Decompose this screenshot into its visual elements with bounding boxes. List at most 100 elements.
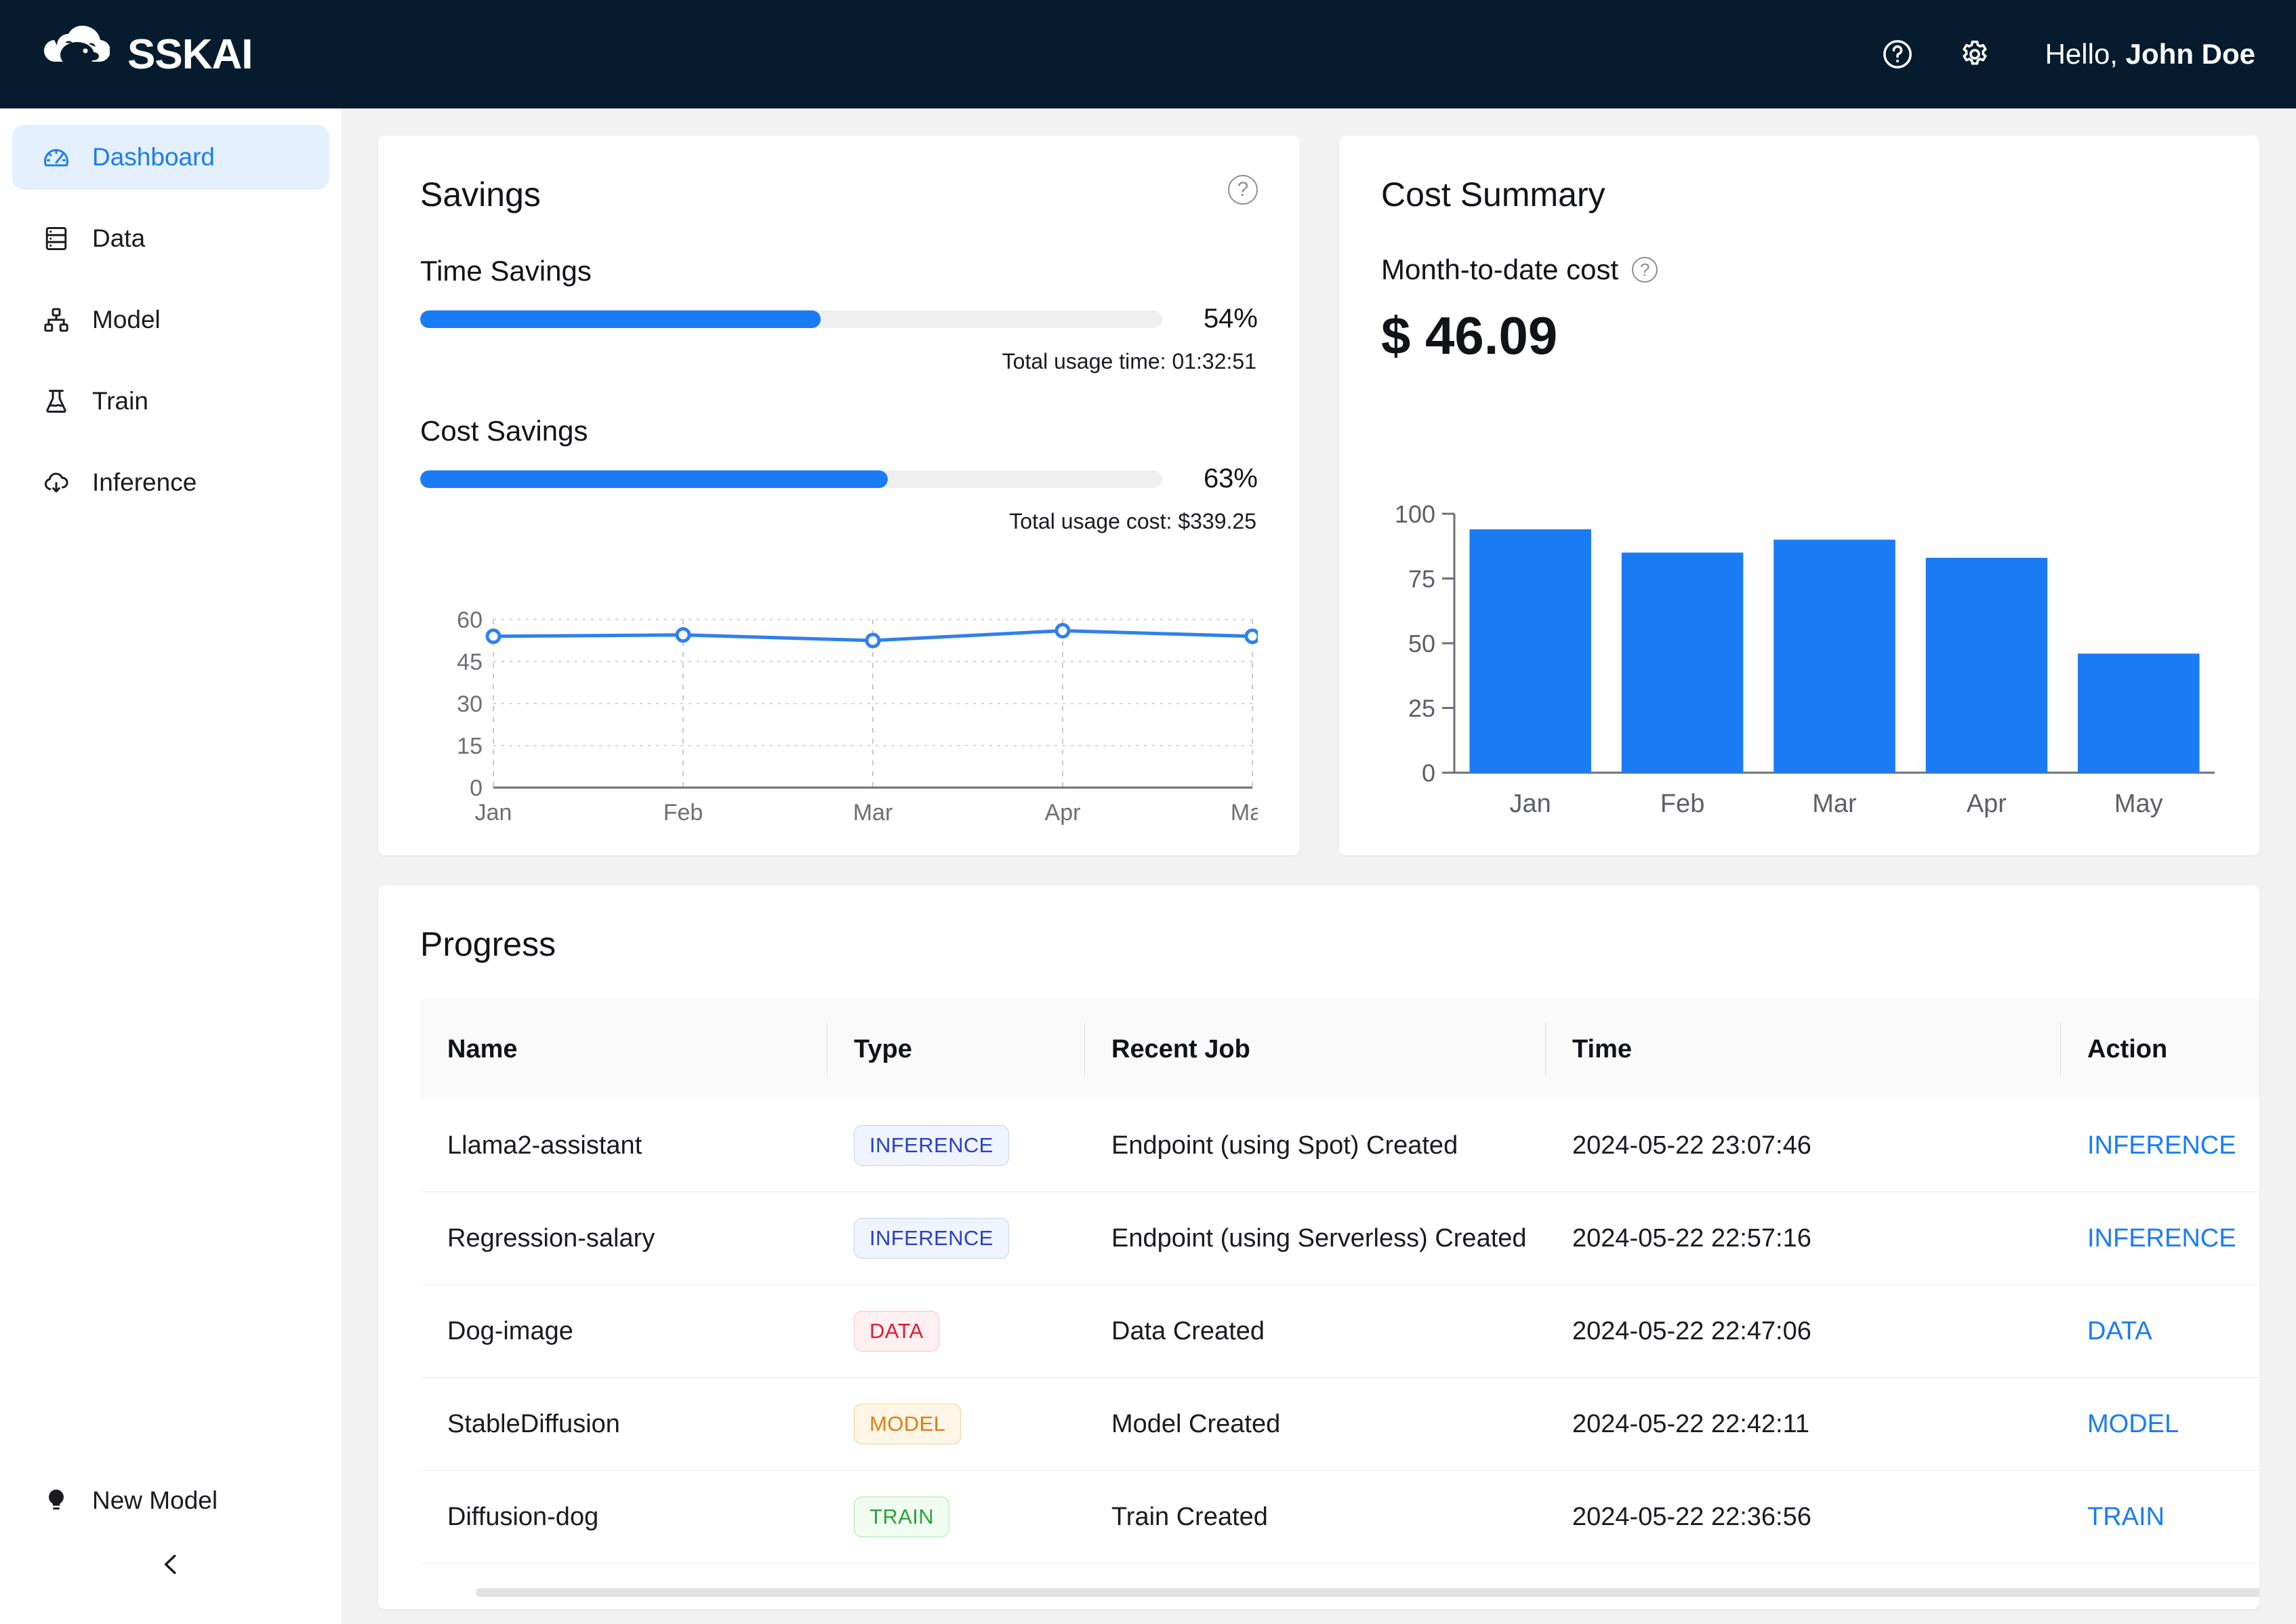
cost-savings-label: Cost Savings: [420, 415, 1258, 447]
cell-type: INFERENCE: [827, 1192, 1084, 1285]
cloud-download-icon: [41, 467, 72, 498]
brand[interactable]: SSKAI: [38, 25, 252, 83]
cell-action: DATA: [2060, 1285, 2259, 1378]
sitemap-icon: [41, 304, 72, 336]
svg-text:45: 45: [457, 649, 483, 675]
status-badge: MODEL: [854, 1404, 961, 1444]
help-circle-icon[interactable]: ?: [1632, 257, 1658, 283]
gear-icon[interactable]: [1957, 37, 1992, 72]
top-header-bar: SSKAI Hello, John Doe: [0, 0, 2296, 108]
help-circle-icon[interactable]: ?: [1228, 175, 1258, 205]
svg-text:15: 15: [457, 733, 483, 759]
status-badge: DATA: [854, 1311, 939, 1352]
month-to-date-value: $ 46.09: [1381, 305, 2217, 367]
brand-name: SSKAI: [127, 31, 252, 79]
cell-type: DATA: [827, 1285, 1084, 1378]
total-usage-time: Total usage time: 01:32:51: [420, 349, 1258, 374]
svg-text:25: 25: [1408, 695, 1435, 723]
chevron-left-icon: [155, 1549, 186, 1580]
cost-savings-progress: 63%: [420, 464, 1258, 494]
progress-title: Progress: [420, 925, 2217, 964]
sidebar-item-label: Dashboard: [92, 143, 215, 171]
column-header-name[interactable]: Name: [420, 999, 827, 1099]
svg-text:Mar: Mar: [1812, 790, 1857, 818]
table-row[interactable]: Dog-imageDATAData Created2024-05-22 22:4…: [420, 1285, 2259, 1378]
new-model-button[interactable]: New Model: [0, 1469, 342, 1532]
user-greeting[interactable]: Hello, John Doe: [2045, 38, 2255, 70]
status-badge: TRAIN: [854, 1497, 949, 1537]
svg-text:Feb: Feb: [663, 800, 703, 826]
sidebar-item-model[interactable]: Model: [12, 287, 329, 352]
cell-type: MODEL: [827, 1378, 1084, 1471]
column-header-job[interactable]: Recent Job: [1084, 999, 1545, 1099]
action-link[interactable]: TRAIN: [2087, 1503, 2165, 1531]
cell-name: StableDiffusion: [420, 1378, 827, 1471]
horizontal-scrollbar[interactable]: [378, 1588, 2259, 1598]
table-row[interactable]: StableDiffusionMODELModel Created2024-05…: [420, 1378, 2259, 1471]
sidebar-item-label: Train: [92, 387, 148, 415]
cell-name: Diffusion-dog: [420, 1471, 827, 1564]
time-savings-fill: [420, 310, 821, 328]
table-row[interactable]: Llama2-assistantINFERENCEEndpoint (using…: [420, 1099, 2259, 1192]
cell-recent-job: Model Created: [1084, 1378, 1545, 1471]
svg-text:Jan: Jan: [1510, 790, 1551, 818]
svg-text:Apr: Apr: [1045, 800, 1081, 826]
progress-table-head: Name Type Recent Job Time Action: [420, 999, 2259, 1099]
sidebar-item-dashboard[interactable]: Dashboard: [12, 125, 329, 190]
help-circle-icon[interactable]: [1880, 37, 1915, 72]
sidebar-footer: New Model: [0, 1469, 342, 1624]
cell-name: Regression-salary: [420, 1192, 827, 1285]
action-link[interactable]: MODEL: [2087, 1410, 2179, 1438]
svg-text:75: 75: [1408, 565, 1435, 593]
main-content: Savings ? Time Savings 54% Total usage t…: [343, 108, 2296, 1624]
cell-action: TRAIN: [2060, 1471, 2259, 1564]
sidebar-item-train[interactable]: Train: [12, 369, 329, 434]
table-row[interactable]: Regression-salary INFERENCE Endpoint (usin…: [420, 1192, 2259, 1285]
action-link[interactable]: DATA: [2087, 1317, 2152, 1345]
column-header-type[interactable]: Type: [827, 999, 1084, 1099]
sidebar-item-data[interactable]: Data: [12, 206, 329, 271]
cell-action: INFERENCE: [2060, 1192, 2259, 1285]
sidebar-item-label: Model: [92, 306, 161, 334]
cost-savings-percent: 63%: [1180, 464, 1258, 494]
new-model-label: New Model: [92, 1486, 218, 1515]
time-savings-progress: 54%: [420, 304, 1258, 334]
savings-card: Savings ? Time Savings 54% Total usage t…: [378, 136, 1300, 855]
svg-text:Apr: Apr: [1967, 790, 2007, 818]
svg-text:May: May: [1231, 800, 1258, 826]
cell-time: 2024-05-22 23:07:46: [1545, 1099, 2060, 1192]
cell-name: Dog-image: [420, 1285, 827, 1378]
cost-summary-card: Cost Summary Month-to-date cost ? $ 46.0…: [1339, 136, 2259, 855]
savings-card-header: Savings ?: [420, 175, 1258, 214]
table-row[interactable]: Diffusion-dogTRAINTrain Created2024-05-2…: [420, 1471, 2259, 1564]
header-actions: Hello, John Doe: [1880, 37, 2255, 72]
action-link[interactable]: INFERENCE: [2087, 1131, 2236, 1160]
savings-trend-chart: 015304560JanFebMarAprMay: [420, 610, 1258, 827]
cell-type: INFERENCE: [827, 1099, 1084, 1192]
sidebar-item-label: Data: [92, 224, 145, 253]
lightbulb-icon: [41, 1485, 72, 1516]
action-link[interactable]: INFERENCE: [2087, 1224, 2236, 1253]
time-savings-percent: 54%: [1180, 304, 1258, 334]
svg-text:0: 0: [1422, 759, 1435, 787]
cost-summary-title: Cost Summary: [1381, 175, 1605, 214]
sidebar-item-label: Inference: [92, 468, 197, 497]
column-header-time[interactable]: Time: [1545, 999, 2060, 1099]
progress-table: Name Type Recent Job Time Action Llama2-…: [420, 999, 2259, 1564]
total-usage-cost: Total usage cost: $339.25: [420, 509, 1258, 534]
column-header-action[interactable]: Action: [2060, 999, 2259, 1099]
svg-text:60: 60: [457, 610, 483, 633]
cell-action: INFERENCE: [2060, 1099, 2259, 1192]
svg-text:Feb: Feb: [1660, 790, 1704, 818]
status-badge: INFERENCE: [854, 1218, 1009, 1259]
cell-recent-job: Data Created: [1084, 1285, 1545, 1378]
scrollbar-thumb[interactable]: [476, 1588, 2259, 1597]
cell-recent-job: Endpoint (using Serverless) Created: [1084, 1192, 1545, 1285]
cost-savings-fill: [420, 470, 888, 488]
cell-recent-job: Train Created: [1084, 1471, 1545, 1564]
sidebar-collapse-button[interactable]: [0, 1532, 342, 1597]
sidebar-item-inference[interactable]: Inference: [12, 450, 329, 515]
flask-icon: [41, 386, 72, 417]
cell-type: TRAIN: [827, 1471, 1084, 1564]
cell-action: MODEL: [2060, 1378, 2259, 1471]
